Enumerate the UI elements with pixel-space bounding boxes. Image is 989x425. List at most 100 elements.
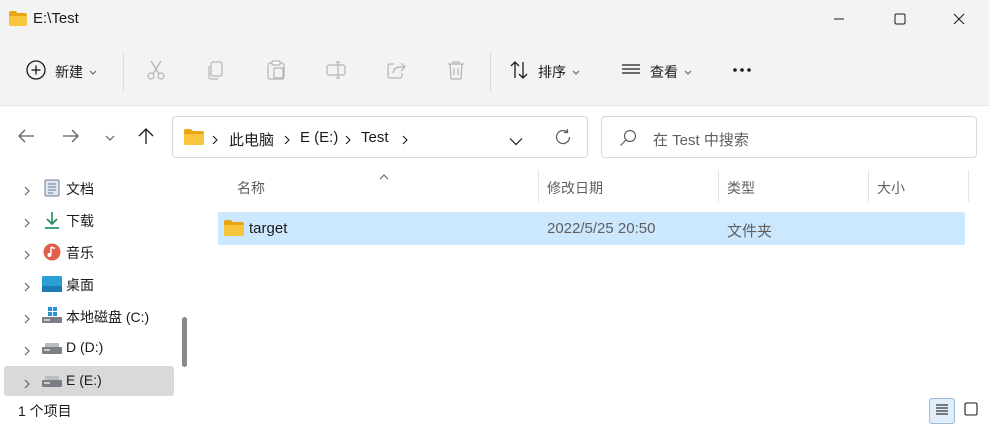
column-divider[interactable] (968, 170, 969, 202)
column-divider[interactable] (538, 170, 539, 202)
table-row[interactable]: target 2022/5/25 20:50 文件夹 (218, 212, 965, 245)
address-bar[interactable]: 此电脑 E (E:) Test (172, 116, 588, 158)
chevron-right-icon[interactable] (24, 376, 30, 394)
clipboard-icon (265, 59, 287, 86)
chevron-right-icon[interactable] (24, 279, 30, 297)
search-input[interactable]: 在 Test 中搜索 (601, 116, 977, 158)
more-icon (731, 59, 753, 86)
chevron-right-icon[interactable] (24, 343, 30, 361)
sidebar-item-drive-c[interactable]: 本地磁盘 (C:) (4, 301, 174, 331)
sidebar-item-label: D (D:) (66, 339, 104, 355)
column-header-size[interactable]: 大小 (877, 178, 905, 198)
trash-icon (445, 59, 467, 86)
delete-button[interactable] (445, 40, 467, 104)
tiles-view-button[interactable] (958, 398, 984, 424)
search-icon (619, 129, 637, 152)
documents-icon (42, 179, 62, 197)
sidebar-item-downloads[interactable]: 下载 (4, 205, 174, 235)
view-lines-icon (620, 59, 642, 86)
command-bar: 新建 排序 查看 (0, 40, 989, 106)
sidebar-item-label: 桌面 (66, 277, 94, 293)
arrow-up-icon (137, 127, 155, 150)
search-placeholder: 在 Test 中搜索 (653, 132, 749, 149)
close-button[interactable] (936, 0, 982, 38)
sidebar-item-label: 本地磁盘 (C:) (66, 309, 150, 325)
details-view-icon (935, 402, 949, 420)
sort-icon (508, 59, 530, 86)
share-button[interactable] (385, 40, 407, 104)
rename-icon (325, 59, 347, 86)
new-button[interactable]: 新建 (25, 40, 97, 104)
sidebar-item-documents[interactable]: 文档 (4, 173, 174, 203)
tiles-view-icon (964, 401, 978, 421)
folder-icon (224, 220, 244, 241)
maximize-button[interactable] (877, 0, 923, 38)
arrow-right-icon (62, 128, 80, 149)
window-title: E:\Test (33, 10, 79, 27)
cut-button[interactable] (145, 40, 167, 104)
sort-button[interactable]: 排序 (508, 40, 580, 104)
chevron-right-icon (212, 132, 218, 150)
sidebar-scrollbar[interactable] (182, 317, 187, 367)
copy-button[interactable] (205, 40, 227, 104)
back-button[interactable] (10, 122, 42, 154)
file-type: 文件夹 (727, 223, 773, 240)
address-history-chevron-icon[interactable] (509, 133, 523, 151)
item-count: 1 个项目 (18, 403, 72, 419)
chevron-down-icon (89, 63, 97, 81)
chevron-right-icon[interactable] (24, 215, 30, 233)
chevron-down-icon (684, 63, 692, 81)
sidebar-item-drive-e[interactable]: E (E:) (4, 366, 174, 396)
sidebar-item-music[interactable]: 音乐 (4, 237, 174, 267)
folder-icon (184, 129, 204, 150)
column-divider[interactable] (868, 170, 869, 202)
paste-button[interactable] (265, 40, 287, 104)
windows-drive-icon (42, 307, 62, 325)
share-icon (385, 59, 407, 86)
sidebar-item-label: E (E:) (66, 372, 102, 388)
recent-locations-button[interactable] (94, 122, 126, 154)
more-options-button[interactable] (731, 40, 753, 104)
chevron-right-icon[interactable] (24, 247, 30, 265)
details-view-button[interactable] (929, 398, 955, 424)
minimize-button[interactable] (816, 0, 862, 38)
title-bar: E:\Test (0, 0, 989, 40)
up-button[interactable] (130, 122, 162, 154)
breadcrumb-this-pc[interactable]: 此电脑 (229, 129, 274, 150)
column-header-modified[interactable]: 修改日期 (547, 178, 603, 198)
forward-button[interactable] (55, 122, 87, 154)
chevron-right-icon[interactable] (24, 183, 30, 201)
sort-label: 排序 (538, 64, 566, 80)
rename-button[interactable] (325, 40, 347, 104)
chevron-down-icon (105, 129, 115, 147)
refresh-icon[interactable] (554, 128, 572, 151)
toolbar-divider (123, 52, 124, 92)
new-label: 新建 (55, 64, 83, 80)
sidebar-item-desktop[interactable]: 桌面 (4, 269, 174, 299)
drive-icon (42, 339, 62, 357)
column-header-type[interactable]: 类型 (727, 178, 755, 198)
view-button[interactable]: 查看 (620, 40, 692, 104)
breadcrumb-drive-e[interactable]: E (E:) (300, 129, 338, 146)
view-label: 查看 (650, 64, 678, 80)
toolbar-divider (490, 52, 491, 92)
folder-icon (9, 11, 27, 31)
scissors-icon (145, 59, 167, 86)
file-modified: 2022/5/25 20:50 (547, 220, 656, 237)
file-name: target (249, 220, 288, 237)
chevron-right-icon[interactable] (24, 311, 30, 329)
chevron-right-icon (345, 132, 351, 150)
copy-icon (205, 59, 227, 86)
column-divider[interactable] (718, 170, 719, 202)
music-icon (42, 243, 62, 261)
drive-icon (42, 372, 62, 390)
sidebar-item-drive-d[interactable]: D (D:) (4, 333, 174, 363)
plus-circle-icon (25, 59, 47, 86)
sidebar-item-label: 音乐 (66, 245, 94, 261)
desktop-icon (42, 275, 62, 293)
arrow-left-icon (17, 128, 35, 149)
breadcrumb-test[interactable]: Test (361, 129, 389, 146)
download-icon (42, 211, 62, 229)
column-header-name[interactable]: 名称 (237, 178, 265, 198)
chevron-down-icon (572, 63, 580, 81)
